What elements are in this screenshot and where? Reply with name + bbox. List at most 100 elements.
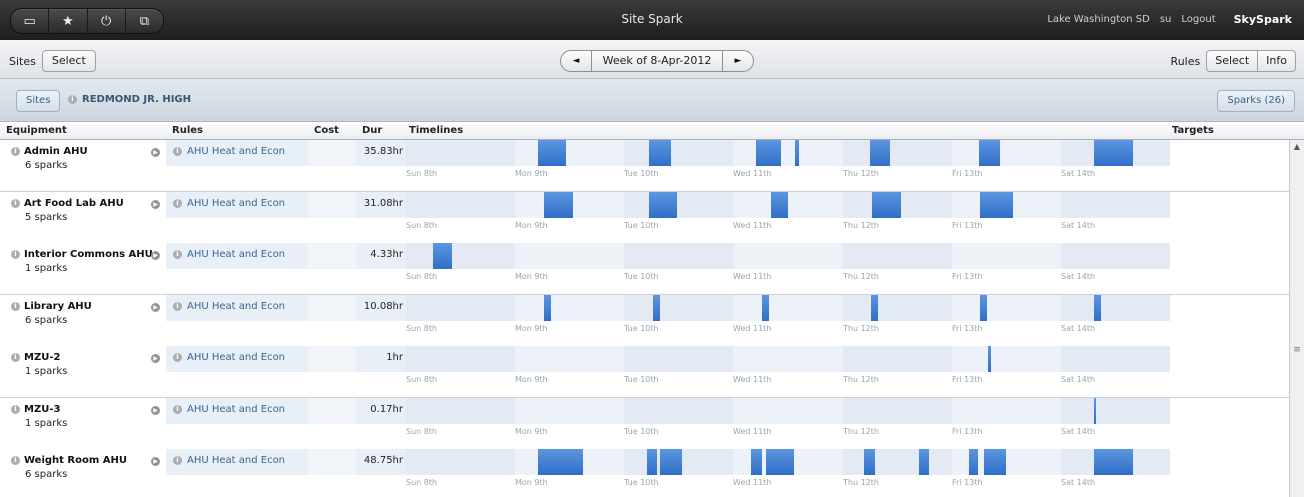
table-row[interactable]: i Library AHU 6 sparks ▶ i AHU Heat and Econ 1…: [0, 295, 1290, 347]
rule-link[interactable]: i AHU Heat and Econ: [173, 249, 285, 260]
table-row[interactable]: i Admin AHU 6 sparks ▶ i AHU Heat and Econ 35.…: [0, 140, 1290, 192]
equipment-link[interactable]: i Interior Commons AHU: [11, 249, 153, 260]
col-equipment[interactable]: Equipment: [6, 125, 67, 136]
spark-timeline[interactable]: [406, 449, 1170, 475]
spark-bar[interactable]: [573, 449, 583, 475]
spark-bar[interactable]: [1094, 140, 1133, 166]
go-arrow-icon[interactable]: ▶: [151, 406, 160, 415]
equipment-link[interactable]: i Admin AHU: [11, 146, 88, 157]
info-icon[interactable]: i: [11, 199, 20, 208]
spark-bar[interactable]: [653, 295, 660, 321]
go-arrow-icon[interactable]: ▶: [151, 354, 160, 363]
info-icon[interactable]: i: [11, 353, 20, 362]
vertical-scrollbar[interactable]: ▲ ≡: [1289, 140, 1304, 497]
rule-link[interactable]: i AHU Heat and Econ: [173, 404, 285, 415]
logout-link[interactable]: Logout: [1181, 14, 1215, 25]
info-icon[interactable]: i: [11, 302, 20, 311]
info-icon[interactable]: i: [11, 456, 20, 465]
scroll-up-icon[interactable]: ▲: [1290, 142, 1304, 151]
spark-bar[interactable]: [870, 140, 890, 166]
table-row[interactable]: i Weight Room AHU 6 sparks ▶ i AHU Heat and E…: [0, 449, 1290, 497]
spark-bar[interactable]: [649, 140, 671, 166]
spark-timeline[interactable]: [406, 192, 1170, 218]
spark-bar[interactable]: [969, 449, 978, 475]
go-arrow-icon[interactable]: ▶: [151, 251, 160, 260]
rule-link[interactable]: i AHU Heat and Econ: [173, 455, 285, 466]
spark-timeline[interactable]: [406, 295, 1170, 321]
spark-bar[interactable]: [1094, 449, 1133, 475]
equipment-link[interactable]: i MZU-3: [11, 404, 60, 415]
equipment-link[interactable]: i Weight Room AHU: [11, 455, 127, 466]
table-row[interactable]: i MZU-3 1 sparks ▶ i AHU Heat and Econ 0.17hr S…: [0, 398, 1290, 450]
info-icon[interactable]: i: [173, 456, 182, 465]
info-icon[interactable]: i: [173, 199, 182, 208]
week-selector[interactable]: Week of 8-Apr-2012: [591, 51, 723, 71]
spark-bar[interactable]: [751, 449, 762, 475]
col-dur[interactable]: Dur: [362, 125, 382, 136]
spark-bar[interactable]: [660, 449, 682, 475]
table-row[interactable]: i MZU-2 1 sparks ▶ i AHU Heat and Econ 1hr Sun …: [0, 346, 1290, 398]
info-icon[interactable]: i: [173, 353, 182, 362]
spark-bar[interactable]: [979, 140, 1000, 166]
rule-link[interactable]: i AHU Heat and Econ: [173, 301, 285, 312]
spark-bar[interactable]: [919, 449, 929, 475]
spark-bar[interactable]: [647, 449, 657, 475]
spark-timeline[interactable]: [406, 346, 1170, 372]
user-name[interactable]: su: [1160, 14, 1172, 25]
breadcrumb-site[interactable]: i REDMOND JR. HIGH: [68, 94, 191, 105]
info-icon[interactable]: i: [11, 405, 20, 414]
spark-bar[interactable]: [544, 192, 573, 218]
col-timelines[interactable]: Timelines: [409, 125, 463, 136]
spark-bar[interactable]: [980, 295, 987, 321]
breadcrumb-sites-button[interactable]: Sites: [16, 90, 61, 112]
equipment-link[interactable]: i Library AHU: [11, 301, 92, 312]
col-cost[interactable]: Cost: [314, 125, 339, 136]
info-icon[interactable]: i: [173, 147, 182, 156]
spark-timeline[interactable]: [406, 140, 1170, 166]
spark-bar[interactable]: [984, 449, 1006, 475]
spark-timeline[interactable]: [406, 243, 1170, 269]
spark-bar[interactable]: [988, 346, 991, 372]
org-name[interactable]: Lake Washington SD: [1047, 14, 1149, 25]
spark-bar[interactable]: [980, 192, 1013, 218]
equipment-link[interactable]: i Art Food Lab AHU: [11, 198, 124, 209]
equipment-link[interactable]: i MZU-2: [11, 352, 60, 363]
spark-bar[interactable]: [1094, 295, 1101, 321]
spark-bar[interactable]: [795, 140, 799, 166]
sites-select-button[interactable]: Select: [41, 50, 96, 72]
spark-bar[interactable]: [544, 295, 551, 321]
spark-bar[interactable]: [538, 449, 550, 475]
rule-link[interactable]: i AHU Heat and Econ: [173, 352, 285, 363]
spark-bar[interactable]: [756, 140, 781, 166]
spark-bar[interactable]: [649, 192, 677, 218]
go-arrow-icon[interactable]: ▶: [151, 148, 160, 157]
prev-week-button[interactable]: ◄: [561, 51, 591, 71]
spark-bar[interactable]: [433, 243, 452, 269]
info-icon[interactable]: i: [173, 302, 182, 311]
spark-bar[interactable]: [538, 140, 566, 166]
next-week-button[interactable]: ►: [723, 51, 753, 71]
info-icon[interactable]: i: [68, 95, 77, 104]
col-rules[interactable]: Rules: [172, 125, 203, 136]
rule-link[interactable]: i AHU Heat and Econ: [173, 198, 285, 209]
spark-bar[interactable]: [550, 449, 573, 475]
rules-info-button[interactable]: Info: [1257, 51, 1295, 71]
spark-bar[interactable]: [762, 295, 769, 321]
spark-bar[interactable]: [871, 295, 878, 321]
spark-bar[interactable]: [864, 449, 875, 475]
table-row[interactable]: i Art Food Lab AHU 5 sparks ▶ i AHU Heat and …: [0, 192, 1290, 244]
sparks-count-button[interactable]: Sparks (26): [1217, 90, 1295, 112]
info-icon[interactable]: i: [11, 250, 20, 259]
spark-bar[interactable]: [872, 192, 901, 218]
scroll-grip-icon[interactable]: ≡: [1290, 345, 1304, 355]
go-arrow-icon[interactable]: ▶: [151, 303, 160, 312]
spark-timeline[interactable]: [406, 398, 1170, 424]
go-arrow-icon[interactable]: ▶: [151, 457, 160, 466]
spark-bar[interactable]: [766, 449, 794, 475]
info-icon[interactable]: i: [11, 147, 20, 156]
spark-bar[interactable]: [771, 192, 788, 218]
rule-link[interactable]: i AHU Heat and Econ: [173, 146, 285, 157]
spark-bar[interactable]: [1094, 398, 1096, 424]
table-row[interactable]: i Interior Commons AHU 1 sparks ▶ i AHU Heat …: [0, 243, 1290, 295]
go-arrow-icon[interactable]: ▶: [151, 200, 160, 209]
